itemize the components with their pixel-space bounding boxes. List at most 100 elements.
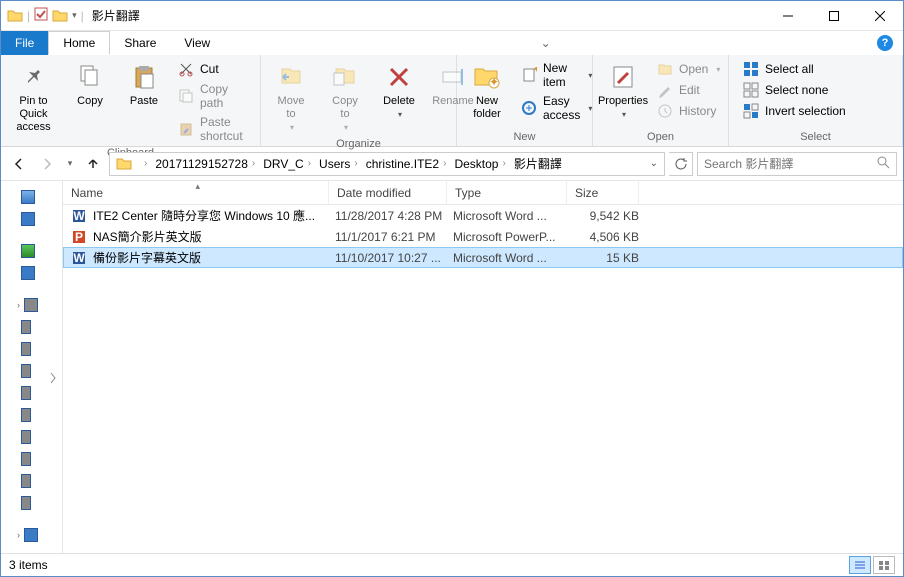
column-name[interactable]: ▴Name [63, 181, 329, 204]
nav-tree-item[interactable] [3, 405, 60, 425]
file-name: 備份影片字幕英文版 [93, 249, 335, 266]
paste-shortcut-button[interactable]: Paste shortcut [172, 113, 256, 145]
pin-to-quick-access-button[interactable]: Pin to Quick access [5, 57, 62, 139]
open-button[interactable]: Open▾ [651, 59, 726, 79]
table-row[interactable]: PNAS簡介影片英文版11/1/2017 6:21 PMMicrosoft Po… [63, 226, 903, 247]
column-headers: ▴Name Date modified Type Size [63, 181, 903, 205]
select-none-button[interactable]: Select none [737, 80, 852, 100]
help-icon: ? [877, 35, 893, 51]
nav-tree-item[interactable] [3, 241, 60, 261]
folder-icon[interactable] [52, 8, 68, 24]
help-button[interactable]: ? [867, 31, 903, 55]
tab-file[interactable]: File [1, 31, 48, 55]
tab-home[interactable]: Home [48, 31, 110, 55]
nav-tree-item[interactable] [3, 187, 60, 207]
copy-to-button[interactable]: Copy to▾ [319, 57, 371, 136]
breadcrumb-item[interactable]: 影片翻譯 [510, 153, 566, 175]
invert-selection-button[interactable]: Invert selection [737, 101, 852, 121]
cut-button[interactable]: Cut [172, 59, 256, 79]
qat-checkbox-icon[interactable] [34, 7, 48, 24]
maximize-button[interactable] [811, 1, 857, 31]
easy-access-button[interactable]: Easy access▾ [515, 92, 598, 124]
breadcrumb-item[interactable]: Desktop› [450, 153, 509, 175]
close-button[interactable] [857, 1, 903, 31]
table-row[interactable]: W ITE2 Center 隨時分享您 Windows 10 應...11/28/… [63, 205, 903, 226]
qat-dropdown-icon[interactable]: ▾ [72, 10, 77, 21]
file-list: ▴Name Date modified Type Size W ITE2 Cent… [63, 181, 903, 555]
paste-button[interactable]: Paste [118, 57, 170, 112]
refresh-button[interactable] [669, 152, 693, 176]
nav-expand-icon[interactable] [48, 368, 58, 388]
nav-tree-item[interactable] [3, 209, 60, 229]
nav-forward-button[interactable] [35, 152, 59, 176]
nav-tree-item[interactable] [3, 263, 60, 283]
breadcrumb-item[interactable]: Users› [315, 153, 362, 175]
edit-icon [657, 82, 673, 98]
open-icon [657, 61, 673, 77]
tab-share[interactable]: Share [110, 31, 170, 55]
svg-text:✦: ✦ [532, 67, 537, 76]
qat-divider: | [81, 9, 84, 23]
view-thumbnails-button[interactable] [873, 556, 895, 574]
nav-tree-item[interactable] [3, 317, 60, 337]
breadcrumb-item[interactable]: christine.ITE2› [362, 153, 451, 175]
select-none-icon [743, 82, 759, 98]
tab-view[interactable]: View [170, 31, 224, 55]
breadcrumb-item[interactable]: DRV_C› [259, 153, 315, 175]
ppt-file-icon: P [71, 229, 87, 245]
select-all-button[interactable]: Select all [737, 59, 852, 79]
breadcrumb-chevron[interactable]: › [136, 153, 151, 175]
file-date: 11/10/2017 10:27 ... [335, 251, 453, 265]
nav-up-button[interactable] [81, 152, 105, 176]
rename-button[interactable]: Rename [427, 57, 479, 112]
breadcrumb-dropdown[interactable]: ⌄ [650, 158, 664, 169]
minimize-button[interactable] [765, 1, 811, 31]
file-date: 11/28/2017 4:28 PM [335, 209, 453, 223]
column-type[interactable]: Type [447, 181, 567, 204]
column-date[interactable]: Date modified [329, 181, 447, 204]
file-name: ITE2 Center 隨時分享您 Windows 10 應... [93, 207, 335, 224]
breadcrumb-item[interactable]: 20171129152728› [151, 153, 259, 175]
drive-icon [21, 364, 31, 378]
file-date: 11/1/2017 6:21 PM [335, 230, 453, 244]
nav-tree-item[interactable] [3, 427, 60, 447]
navigation-pane[interactable]: › › [1, 181, 63, 555]
delete-button[interactable]: Delete▾ [373, 57, 425, 123]
view-details-button[interactable] [849, 556, 871, 574]
nav-tree-item[interactable] [3, 449, 60, 469]
window-title: 影片翻譯 [92, 7, 140, 24]
history-button[interactable]: History [651, 101, 726, 121]
file-size: 15 KB [573, 251, 639, 265]
properties-button[interactable]: Properties▾ [597, 57, 649, 123]
svg-text:P: P [75, 230, 83, 244]
word-file-icon: W [71, 208, 87, 224]
search-box[interactable] [697, 152, 897, 176]
copy-path-button[interactable]: Copy path [172, 80, 256, 112]
new-item-icon: ✦ [521, 67, 537, 83]
properties-icon [607, 61, 639, 93]
nav-tree-item[interactable] [3, 493, 60, 513]
nav-tree-item[interactable]: › [3, 525, 60, 545]
nav-tree-item[interactable] [3, 339, 60, 359]
breadcrumb[interactable]: › 20171129152728› DRV_C› Users› christin… [109, 152, 665, 176]
ribbon-expand[interactable]: ⌄ [531, 31, 561, 55]
new-item-button[interactable]: ✦New item▾ [515, 59, 598, 91]
sort-asc-icon: ▴ [196, 181, 201, 192]
drive-icon [21, 408, 31, 422]
column-size[interactable]: Size [567, 181, 639, 204]
status-bar: 3 items [1, 553, 903, 576]
nav-tree-item[interactable]: › [3, 295, 60, 315]
nav-recent-button[interactable]: ▾ [63, 152, 77, 176]
nav-back-button[interactable] [7, 152, 31, 176]
easy-access-icon [521, 100, 537, 116]
folder-icon [116, 156, 132, 172]
copy-button[interactable]: Copy [64, 57, 116, 112]
nav-tree-item[interactable] [3, 471, 60, 491]
table-row[interactable]: W備份影片字幕英文版11/10/2017 10:27 ...Microsoft … [63, 247, 903, 268]
pin-icon [18, 61, 50, 93]
search-input[interactable] [704, 157, 876, 171]
edit-button[interactable]: Edit [651, 80, 726, 100]
move-to-button[interactable]: Move to▾ [265, 57, 317, 136]
qat-divider: | [27, 9, 30, 23]
invert-selection-icon [743, 103, 759, 119]
